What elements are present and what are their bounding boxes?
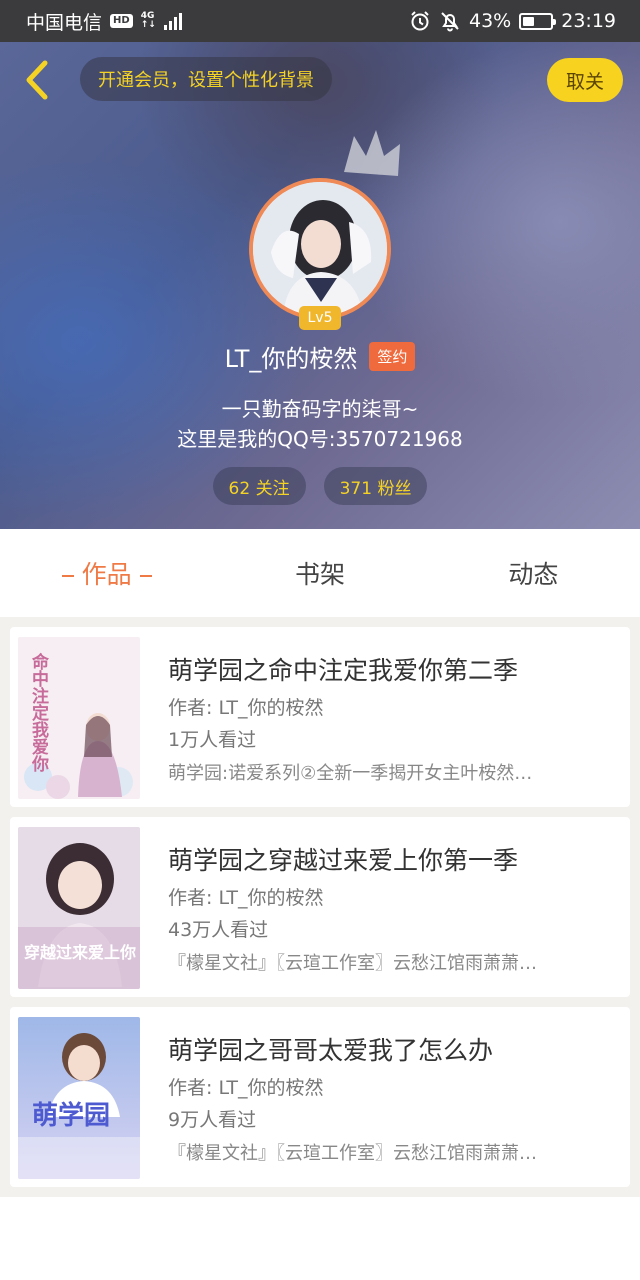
avatar[interactable] (249, 178, 391, 320)
tab-works[interactable]: 作品 (0, 555, 213, 591)
name-row: LT_你的桉然 签约 (0, 339, 640, 374)
work-card[interactable]: 穿越过来爱上你 萌学园之穿越过来爱上你第一季 作者: LT_你的桉然 43万人看… (10, 817, 630, 997)
tab-dash-right (139, 575, 152, 577)
signal-icon (163, 12, 182, 30)
work-title: 萌学园之哥哥太爱我了怎么办 (168, 1036, 494, 1065)
carrier-label: 中国电信 (26, 11, 103, 34)
crown-icon (344, 130, 400, 176)
work-author: 作者: LT_你的桉然 (168, 697, 324, 719)
work-author: 作者: LT_你的桉然 (168, 1077, 324, 1099)
battery-icon (519, 12, 557, 30)
vip-background-banner[interactable]: 开通会员，设置个性化背景 (80, 57, 332, 101)
back-button[interactable] (14, 58, 58, 102)
signed-badge: 签约 (369, 342, 416, 371)
works-list: 命中注定我爱你 萌学园之命中注定我爱你第二季 作者: LT_你的桉然 1万人看过… (0, 617, 640, 1197)
work-card[interactable]: 萌学园 萌学园之哥哥太爱我了怎么办 作者: LT_你的桉然 9万人看过 『檬星文… (10, 1007, 630, 1187)
level-badge: Lv5 (299, 306, 341, 330)
tab-bookshelf[interactable]: 书架 (213, 555, 426, 591)
alarm-icon (411, 11, 429, 31)
work-title: 萌学园之穿越过来爱上你第一季 (168, 846, 519, 875)
work-card[interactable]: 命中注定我爱你 萌学园之命中注定我爱你第二季 作者: LT_你的桉然 1万人看过… (10, 627, 630, 807)
battery-percent: 43% (469, 10, 512, 32)
unfollow-button[interactable]: 取关 (547, 58, 623, 102)
avatar-image (253, 182, 387, 316)
network-type-icon: 4G ↑↓ (140, 11, 156, 30)
status-bar: 中国电信 HD 4G ↑↓ 43% 23:19 (0, 0, 640, 42)
hd-icon: HD (110, 14, 133, 28)
mute-bell-icon (441, 12, 459, 32)
work-description: 『檬星文社』〖云瑄工作室〗云愁江馆雨萧萧… (168, 1143, 537, 1164)
book-cover: 萌学园 (18, 1017, 140, 1179)
work-views: 1万人看过 (168, 729, 257, 751)
tab-dash-left (61, 575, 74, 577)
tab-activity[interactable]: 动态 (427, 555, 640, 591)
work-title: 萌学园之命中注定我爱你第二季 (168, 656, 519, 685)
work-author: 作者: LT_你的桉然 (168, 887, 324, 909)
work-views: 9万人看过 (168, 1109, 257, 1131)
followers-count[interactable]: 371 粉丝 (323, 467, 428, 505)
bio-line-1: 一只勤奋码字的柒哥~ (221, 397, 419, 421)
clock: 23:19 (561, 10, 616, 32)
work-views: 43万人看过 (168, 919, 269, 941)
following-count[interactable]: 62 关注 (212, 467, 306, 505)
profile-header: 开通会员，设置个性化背景 取关 Lv5 LT_你的桉然 签约 一只勤奋码字的柒哥… (0, 42, 640, 529)
work-description: 萌学园:诺爱系列②全新一季揭开女主叶桉然… (168, 763, 533, 784)
bio-line-2: 这里是我的QQ号:3570721968 (177, 427, 463, 451)
back-arrow-icon (26, 60, 48, 100)
stats-row: 62 关注 371 粉丝 (0, 467, 640, 505)
username: LT_你的桉然 (224, 345, 358, 373)
work-description: 『檬星文社』〖云瑄工作室〗云愁江馆雨萧萧… (168, 953, 537, 974)
bio: 一只勤奋码字的柒哥~ 这里是我的QQ号:3570721968 (0, 394, 640, 454)
profile-tabs: 作品 书架 动态 (0, 529, 640, 617)
book-cover: 穿越过来爱上你 (18, 827, 140, 989)
book-cover: 命中注定我爱你 (18, 637, 140, 799)
